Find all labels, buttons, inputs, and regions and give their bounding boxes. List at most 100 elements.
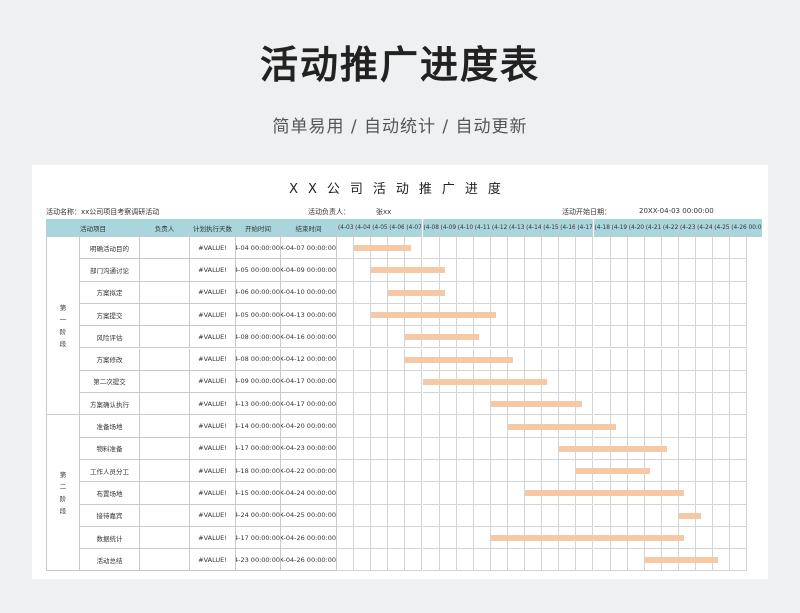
gantt-cell <box>456 281 474 304</box>
task-owner[interactable] <box>140 437 190 460</box>
task-days: #VALUE! <box>190 549 236 572</box>
gantt-cell <box>644 370 662 394</box>
date-header: (4-26 00:00:00 <box>730 219 762 237</box>
gantt-cell <box>490 437 508 460</box>
gantt-cell <box>559 549 577 572</box>
gantt-cell <box>456 259 474 282</box>
gantt-cell <box>593 393 611 416</box>
task-name: 准备场地 <box>80 415 140 438</box>
gantt-cell <box>696 460 714 483</box>
task-owner[interactable] <box>140 460 190 483</box>
task-end: XX-04-07 00:00:00 <box>281 237 337 260</box>
gantt-cell <box>405 415 423 438</box>
gantt-cell <box>439 237 457 260</box>
task-start: XX-04-08 00:00:00 <box>236 326 281 349</box>
task-name: 部门沟通讨论 <box>80 259 140 282</box>
stage-char: 第 <box>59 303 67 312</box>
gantt-grid: 活动项目 负责人 计划执行天数 开始时间 结束时间 (4-03 (4-04 (4-05 (4-0… <box>46 219 762 579</box>
gantt-cell <box>473 237 491 260</box>
gantt-cell <box>730 437 748 460</box>
gantt-cell <box>593 549 611 572</box>
gantt-cell <box>371 326 389 349</box>
gantt-cell <box>576 259 594 282</box>
gantt-cell <box>696 259 714 282</box>
gantt-cell <box>661 460 679 483</box>
gantt-cell <box>439 415 457 438</box>
page-subtitle: 简单易用 / 自动统计 / 自动更新 <box>272 117 528 137</box>
task-owner[interactable] <box>140 237 190 260</box>
gantt-cell <box>559 326 577 349</box>
stage-char: 阶 <box>59 327 67 336</box>
gantt-cell <box>439 393 457 416</box>
gantt-cell <box>337 526 355 550</box>
gantt-cell <box>610 504 628 527</box>
gantt-cell <box>354 393 372 416</box>
task-owner[interactable] <box>140 504 190 527</box>
gantt-cell <box>644 237 662 260</box>
gantt-bar <box>576 468 650 475</box>
task-owner[interactable] <box>140 526 190 550</box>
gantt-cell <box>610 237 628 260</box>
gantt-cell <box>371 549 389 572</box>
gantt-cell <box>388 482 406 505</box>
date-header: (4-05 <box>371 219 389 237</box>
gantt-cell <box>644 326 662 349</box>
gantt-cell <box>713 504 731 527</box>
gantt-cell <box>388 348 406 371</box>
gantt-cell <box>525 259 543 282</box>
gantt-cell <box>337 482 355 505</box>
gantt-cell <box>490 549 508 572</box>
gantt-cell <box>644 281 662 304</box>
task-owner[interactable] <box>140 415 190 438</box>
gantt-cell <box>576 504 594 527</box>
gantt-cell <box>525 504 543 527</box>
gantt-bar <box>388 289 445 296</box>
gantt-cell <box>473 393 491 416</box>
gantt-cell <box>490 504 508 527</box>
task-start: XX-04-13 00:00:00 <box>236 393 281 416</box>
gantt-cell <box>679 460 697 483</box>
task-owner[interactable] <box>140 281 190 304</box>
gantt-cell <box>713 526 731 550</box>
gantt-cell <box>490 326 508 349</box>
gantt-cell <box>525 303 543 327</box>
stage-char: 段 <box>59 339 67 348</box>
task-owner[interactable] <box>140 393 190 416</box>
task-end: XX-04-23 00:00:00 <box>281 437 337 460</box>
date-header: (4-20 <box>627 219 645 237</box>
gantt-cell <box>354 370 372 394</box>
gantt-cell <box>371 460 389 483</box>
gantt-cell <box>696 326 714 349</box>
task-start: XX-04-24 00:00:00 <box>236 504 281 527</box>
gantt-cell <box>644 259 662 282</box>
task-owner[interactable] <box>140 348 190 371</box>
task-owner[interactable] <box>140 370 190 394</box>
start-date-label: 活动开始日期： <box>562 208 611 216</box>
gantt-cell <box>713 303 731 327</box>
task-owner[interactable] <box>140 326 190 349</box>
task-name: 物料准备 <box>80 437 140 460</box>
date-header: (4-11 <box>473 219 491 237</box>
gantt-cell <box>354 482 372 505</box>
gantt-cell <box>627 393 645 416</box>
gantt-cell <box>422 549 440 572</box>
task-owner[interactable] <box>140 549 190 572</box>
date-header: (4-07 <box>405 219 423 237</box>
gantt-cell <box>371 415 389 438</box>
gantt-cell <box>713 348 731 371</box>
gantt-cell <box>371 504 389 527</box>
page-title: 活动推广进度表 <box>259 43 540 87</box>
task-end: XX-04-22 00:00:00 <box>281 460 337 483</box>
gantt-cell <box>713 326 731 349</box>
stage-char: 二 <box>59 482 67 491</box>
task-owner[interactable] <box>140 482 190 505</box>
gantt-cell <box>422 237 440 260</box>
task-owner[interactable] <box>140 303 190 327</box>
task-days: #VALUE! <box>190 370 236 394</box>
task-name: 方案确认执行 <box>80 393 140 416</box>
task-start: XX-04-04 00:00:00 <box>236 237 281 260</box>
gantt-cell <box>542 281 560 304</box>
task-days: #VALUE! <box>190 526 236 550</box>
task-owner[interactable] <box>140 259 190 282</box>
gantt-bar <box>405 334 479 341</box>
